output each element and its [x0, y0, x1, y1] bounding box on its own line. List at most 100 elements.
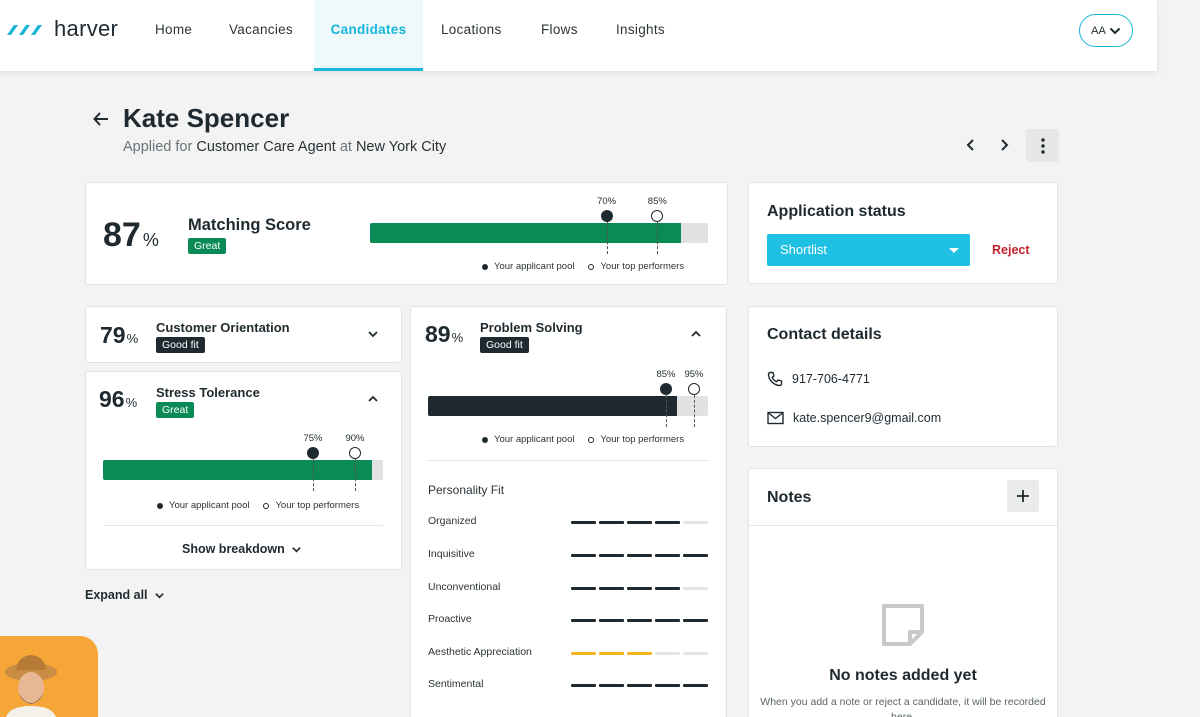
personality-meter-segment [655, 521, 680, 524]
user-menu[interactable]: AA [1079, 14, 1133, 47]
personality-meter-segment [655, 619, 680, 622]
notes-empty-description: When you add a note or reject a candidat… [760, 696, 1046, 717]
stress-tolerance-bar-fill [103, 460, 372, 480]
personality-trait-label: Inquisitive [428, 548, 475, 560]
vacancy-location: New York City [355, 139, 447, 155]
previous-candidate-icon[interactable] [962, 136, 980, 154]
personality-meter-segment [627, 587, 652, 590]
nav-candidates[interactable]: Candidates [314, 0, 423, 71]
personality-meter-segment [655, 684, 680, 687]
candidate-photo [0, 636, 98, 717]
top-navigation: harver Home Vacancies Candidates Locatio… [0, 0, 1157, 71]
problem-solving-legend: Your applicant pool Your top performers [482, 434, 684, 445]
add-note-button[interactable] [1007, 480, 1039, 512]
nav-flows[interactable]: Flows [541, 0, 578, 71]
problem-solving-bar-fill [428, 396, 678, 416]
personality-meter-segment [627, 619, 652, 622]
personality-meter-segment [655, 652, 680, 655]
matching-score-badge: Great [188, 238, 227, 254]
nav-insights[interactable]: Insights [616, 0, 665, 71]
stress-tolerance-title: Stress Tolerance [156, 385, 260, 400]
nav-locations[interactable]: Locations [441, 0, 502, 71]
personality-meter-segment [683, 652, 708, 655]
mail-icon [767, 411, 784, 425]
vacancy-role: Customer Care Agent [196, 139, 336, 155]
candidate-name: Kate Spencer [123, 103, 290, 133]
personality-fit-title: Personality Fit [428, 483, 505, 497]
notes-empty-title: No notes added yet [829, 667, 977, 684]
personality-trait-meter [571, 619, 708, 622]
personality-meter-segment [599, 652, 624, 655]
reject-button[interactable]: Reject [992, 243, 1030, 257]
customer-orientation-title: Customer Orientation [156, 320, 290, 335]
contact-email[interactable]: kate.spencer9@gmail.com [767, 411, 941, 425]
chevron-up-icon[interactable] [690, 328, 702, 340]
personality-trait-label: Unconventional [428, 581, 501, 593]
application-status-card [748, 182, 1058, 284]
back-arrow-icon[interactable] [92, 110, 110, 128]
status-select[interactable]: Shortlist [767, 234, 970, 266]
problem-solving-title: Problem Solving [480, 320, 583, 335]
personality-trait-label: Sentimental [428, 678, 484, 690]
personality-meter-segment [571, 684, 596, 687]
phone-icon [767, 371, 783, 387]
filled-dot-icon [482, 436, 488, 443]
next-candidate-icon[interactable] [995, 136, 1013, 154]
personality-trait-row: Unconventional [428, 581, 710, 597]
nav-home[interactable]: Home [155, 0, 192, 71]
matching-score-value: 87% [103, 216, 159, 254]
hollow-dot-icon [263, 502, 270, 509]
personality-trait-row: Organized [428, 515, 710, 531]
stress-tolerance-badge: Great [156, 402, 195, 418]
filled-dot-icon [157, 502, 163, 509]
user-initials: AA [1091, 24, 1106, 37]
personality-trait-meter [571, 521, 708, 524]
personality-meter-segment [627, 554, 652, 557]
contact-details-title: Contact details [767, 326, 882, 343]
candidate-avatar-image [5, 655, 57, 717]
personality-trait-meter [571, 684, 708, 687]
personality-meter-segment [599, 619, 624, 622]
personality-meter-segment [655, 554, 680, 557]
personality-trait-row: Sentimental [428, 678, 710, 694]
chevron-up-icon[interactable] [367, 393, 379, 405]
chevron-down-icon [292, 546, 301, 553]
nav-vacancies[interactable]: Vacancies [229, 0, 293, 71]
matching-score-legend: Your applicant pool Your top performers [482, 261, 684, 272]
chevron-down-icon [154, 592, 164, 599]
contact-phone[interactable]: 917-706-4771 [767, 371, 870, 387]
personality-meter-segment [599, 587, 624, 590]
personality-meter-segment [683, 619, 708, 622]
personality-meter-segment [683, 587, 708, 590]
personality-meter-segment [683, 684, 708, 687]
stress-tolerance-bar: 75% 90% [103, 433, 383, 491]
more-options-button[interactable] [1026, 129, 1059, 162]
hollow-dot-icon [588, 436, 595, 443]
personality-trait-row: Proactive [428, 613, 710, 629]
problem-solving-bar: 85% 95% [428, 369, 708, 427]
problem-solving-badge: Good fit [480, 337, 529, 353]
personality-meter-segment [655, 587, 680, 590]
harver-logo[interactable]: harver [6, 16, 118, 42]
personality-meter-segment [571, 554, 596, 557]
personality-meter-segment [599, 684, 624, 687]
harver-logo-icon [7, 25, 42, 35]
applied-for-line: Applied for Customer Care Agent at New Y… [123, 139, 447, 155]
show-breakdown-button[interactable]: Show breakdown [182, 542, 302, 556]
expand-all-button[interactable]: Expand all [85, 588, 165, 602]
caret-down-icon [949, 248, 959, 253]
application-status-title: Application status [767, 203, 906, 220]
personality-trait-meter [571, 587, 708, 590]
stress-tolerance-legend: Your applicant pool Your top performers [157, 500, 359, 511]
matching-score-bar-fill [370, 223, 681, 243]
personality-meter-segment [571, 521, 596, 524]
status-selected-value: Shortlist [780, 242, 827, 257]
divider [428, 460, 708, 461]
matching-score-title: Matching Score [188, 216, 311, 234]
personality-meter-segment [627, 684, 652, 687]
chevron-down-icon[interactable] [367, 328, 379, 340]
problem-solving-score: 89% [425, 321, 464, 347]
personality-meter-segment [571, 619, 596, 622]
empty-note-icon [882, 604, 924, 646]
personality-meter-segment [571, 587, 596, 590]
